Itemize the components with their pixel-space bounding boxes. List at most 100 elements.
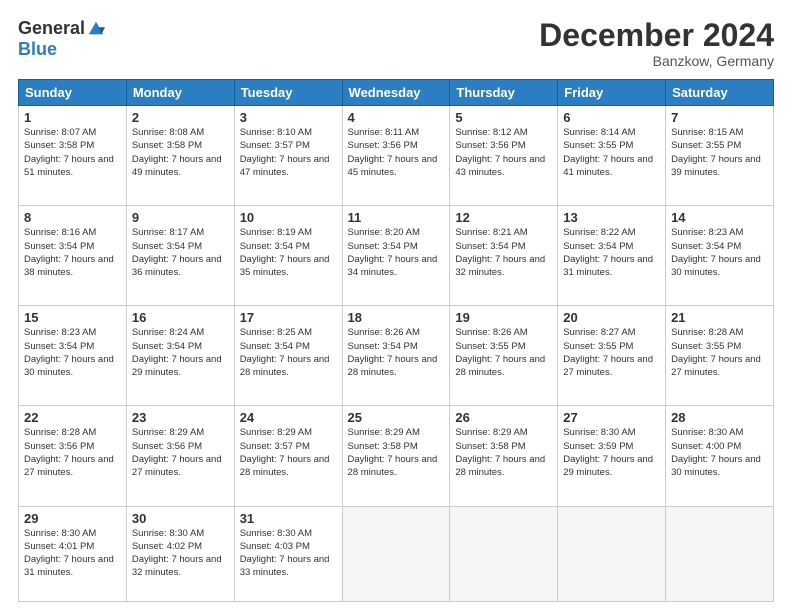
day-info: Sunrise: 8:24 AMSunset: 3:54 PMDaylight:… [132,326,229,379]
day-number: 27 [563,410,660,425]
day-number: 6 [563,110,660,125]
calendar-cell: 18Sunrise: 8:26 AMSunset: 3:54 PMDayligh… [342,306,450,406]
day-info: Sunrise: 8:26 AMSunset: 3:55 PMDaylight:… [455,326,552,379]
calendar-cell: 31Sunrise: 8:30 AMSunset: 4:03 PMDayligh… [234,506,342,602]
calendar-cell: 30Sunrise: 8:30 AMSunset: 4:02 PMDayligh… [126,506,234,602]
calendar-cell: 19Sunrise: 8:26 AMSunset: 3:55 PMDayligh… [450,306,558,406]
day-number: 5 [455,110,552,125]
calendar-cell [342,506,450,602]
calendar-cell: 12Sunrise: 8:21 AMSunset: 3:54 PMDayligh… [450,206,558,306]
day-number: 18 [348,310,445,325]
title-section: December 2024 Banzkow, Germany [539,18,774,69]
calendar-cell: 24Sunrise: 8:29 AMSunset: 3:57 PMDayligh… [234,406,342,506]
logo: General Blue [18,18,105,60]
calendar-cell: 28Sunrise: 8:30 AMSunset: 4:00 PMDayligh… [666,406,774,506]
day-number: 4 [348,110,445,125]
day-info: Sunrise: 8:30 AMSunset: 3:59 PMDaylight:… [563,426,660,479]
day-number: 16 [132,310,229,325]
day-number: 7 [671,110,768,125]
col-header-saturday: Saturday [666,80,774,106]
calendar-cell: 27Sunrise: 8:30 AMSunset: 3:59 PMDayligh… [558,406,666,506]
logo-icon [87,20,105,38]
day-info: Sunrise: 8:28 AMSunset: 3:56 PMDaylight:… [24,426,121,479]
day-info: Sunrise: 8:12 AMSunset: 3:56 PMDaylight:… [455,126,552,179]
calendar-header-row: SundayMondayTuesdayWednesdayThursdayFrid… [19,80,774,106]
col-header-friday: Friday [558,80,666,106]
day-info: Sunrise: 8:30 AMSunset: 4:01 PMDaylight:… [24,527,121,580]
day-info: Sunrise: 8:30 AMSunset: 4:02 PMDaylight:… [132,527,229,580]
week-row-4: 22Sunrise: 8:28 AMSunset: 3:56 PMDayligh… [19,406,774,506]
calendar-cell: 16Sunrise: 8:24 AMSunset: 3:54 PMDayligh… [126,306,234,406]
calendar-cell [666,506,774,602]
calendar-cell: 25Sunrise: 8:29 AMSunset: 3:58 PMDayligh… [342,406,450,506]
day-number: 31 [240,511,337,526]
col-header-thursday: Thursday [450,80,558,106]
calendar-cell: 29Sunrise: 8:30 AMSunset: 4:01 PMDayligh… [19,506,127,602]
day-number: 29 [24,511,121,526]
day-info: Sunrise: 8:08 AMSunset: 3:58 PMDaylight:… [132,126,229,179]
day-info: Sunrise: 8:29 AMSunset: 3:58 PMDaylight:… [455,426,552,479]
day-info: Sunrise: 8:29 AMSunset: 3:57 PMDaylight:… [240,426,337,479]
col-header-sunday: Sunday [19,80,127,106]
week-row-3: 15Sunrise: 8:23 AMSunset: 3:54 PMDayligh… [19,306,774,406]
day-number: 30 [132,511,229,526]
header: General Blue December 2024 Banzkow, Germ… [18,18,774,69]
calendar-cell: 1Sunrise: 8:07 AMSunset: 3:58 PMDaylight… [19,106,127,206]
day-number: 20 [563,310,660,325]
calendar-cell [450,506,558,602]
day-info: Sunrise: 8:23 AMSunset: 3:54 PMDaylight:… [24,326,121,379]
day-info: Sunrise: 8:27 AMSunset: 3:55 PMDaylight:… [563,326,660,379]
calendar-cell: 5Sunrise: 8:12 AMSunset: 3:56 PMDaylight… [450,106,558,206]
day-info: Sunrise: 8:29 AMSunset: 3:58 PMDaylight:… [348,426,445,479]
calendar-cell: 4Sunrise: 8:11 AMSunset: 3:56 PMDaylight… [342,106,450,206]
col-header-wednesday: Wednesday [342,80,450,106]
calendar-cell: 10Sunrise: 8:19 AMSunset: 3:54 PMDayligh… [234,206,342,306]
day-info: Sunrise: 8:17 AMSunset: 3:54 PMDaylight:… [132,226,229,279]
calendar-table: SundayMondayTuesdayWednesdayThursdayFrid… [18,79,774,602]
day-info: Sunrise: 8:30 AMSunset: 4:03 PMDaylight:… [240,527,337,580]
calendar-cell: 15Sunrise: 8:23 AMSunset: 3:54 PMDayligh… [19,306,127,406]
calendar-cell [558,506,666,602]
day-number: 14 [671,210,768,225]
calendar-cell: 9Sunrise: 8:17 AMSunset: 3:54 PMDaylight… [126,206,234,306]
day-info: Sunrise: 8:22 AMSunset: 3:54 PMDaylight:… [563,226,660,279]
calendar-cell: 21Sunrise: 8:28 AMSunset: 3:55 PMDayligh… [666,306,774,406]
day-number: 1 [24,110,121,125]
calendar-cell: 2Sunrise: 8:08 AMSunset: 3:58 PMDaylight… [126,106,234,206]
day-number: 26 [455,410,552,425]
day-number: 17 [240,310,337,325]
calendar-cell: 6Sunrise: 8:14 AMSunset: 3:55 PMDaylight… [558,106,666,206]
day-number: 15 [24,310,121,325]
day-info: Sunrise: 8:21 AMSunset: 3:54 PMDaylight:… [455,226,552,279]
day-number: 23 [132,410,229,425]
day-number: 3 [240,110,337,125]
calendar-cell: 3Sunrise: 8:10 AMSunset: 3:57 PMDaylight… [234,106,342,206]
day-number: 22 [24,410,121,425]
week-row-1: 1Sunrise: 8:07 AMSunset: 3:58 PMDaylight… [19,106,774,206]
day-info: Sunrise: 8:29 AMSunset: 3:56 PMDaylight:… [132,426,229,479]
day-info: Sunrise: 8:30 AMSunset: 4:00 PMDaylight:… [671,426,768,479]
day-number: 10 [240,210,337,225]
day-number: 9 [132,210,229,225]
day-info: Sunrise: 8:20 AMSunset: 3:54 PMDaylight:… [348,226,445,279]
logo-general-text: General [18,18,85,39]
calendar-cell: 13Sunrise: 8:22 AMSunset: 3:54 PMDayligh… [558,206,666,306]
day-number: 21 [671,310,768,325]
week-row-2: 8Sunrise: 8:16 AMSunset: 3:54 PMDaylight… [19,206,774,306]
location: Banzkow, Germany [539,53,774,69]
calendar-cell: 22Sunrise: 8:28 AMSunset: 3:56 PMDayligh… [19,406,127,506]
day-number: 13 [563,210,660,225]
calendar-cell: 23Sunrise: 8:29 AMSunset: 3:56 PMDayligh… [126,406,234,506]
page: General Blue December 2024 Banzkow, Germ… [0,0,792,612]
day-number: 11 [348,210,445,225]
calendar-cell: 8Sunrise: 8:16 AMSunset: 3:54 PMDaylight… [19,206,127,306]
calendar-cell: 14Sunrise: 8:23 AMSunset: 3:54 PMDayligh… [666,206,774,306]
day-info: Sunrise: 8:11 AMSunset: 3:56 PMDaylight:… [348,126,445,179]
day-info: Sunrise: 8:15 AMSunset: 3:55 PMDaylight:… [671,126,768,179]
col-header-monday: Monday [126,80,234,106]
week-row-5: 29Sunrise: 8:30 AMSunset: 4:01 PMDayligh… [19,506,774,602]
day-info: Sunrise: 8:23 AMSunset: 3:54 PMDaylight:… [671,226,768,279]
day-info: Sunrise: 8:16 AMSunset: 3:54 PMDaylight:… [24,226,121,279]
day-number: 24 [240,410,337,425]
calendar-cell: 20Sunrise: 8:27 AMSunset: 3:55 PMDayligh… [558,306,666,406]
